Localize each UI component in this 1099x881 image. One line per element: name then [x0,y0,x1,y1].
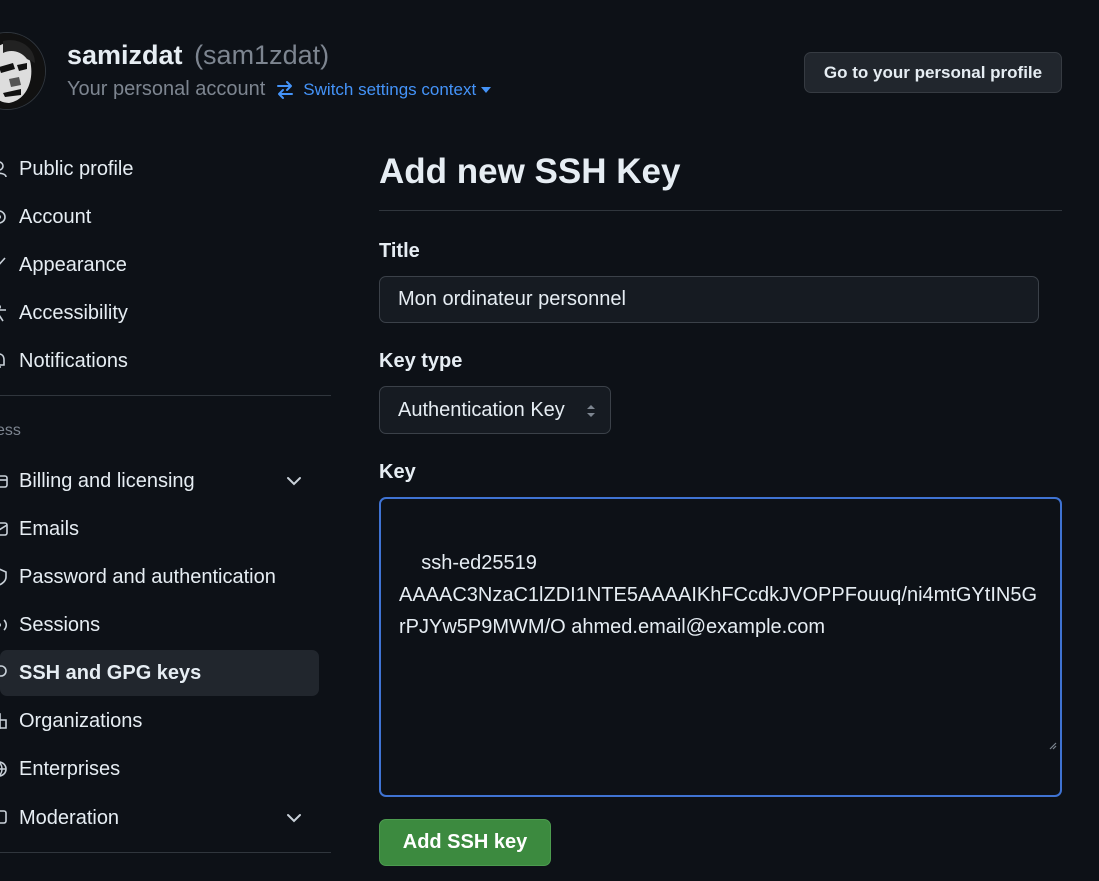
key-textarea-value: ssh-ed25519 AAAAC3NzaC1lZDI1NTE5AAAAIKhF… [399,552,1038,638]
sidebar-item-appearance[interactable]: Appearance [0,242,319,288]
paintbrush-icon [0,256,8,274]
resize-handle-icon[interactable] [1014,696,1057,792]
sidebar-item-label: Account [19,205,92,228]
sidebar-item-accessibility[interactable]: Accessibility [0,290,319,336]
sidebar-item-emails[interactable]: Emails [0,506,319,552]
sidebar-divider [0,395,331,396]
sidebar-item-notifications[interactable]: Notifications [0,338,319,384]
sidebar-item-label: Moderation [19,806,120,829]
title-input[interactable]: Mon ordinateur personnel [379,276,1039,323]
title-divider [379,210,1062,211]
accessibility-icon [0,304,8,322]
credit-card-icon [0,472,8,490]
key-type-selected-value: Authentication Key [398,398,565,421]
organization-icon [0,712,8,730]
sidebar-item-password-authentication[interactable]: Password and authentication [0,554,319,600]
sidebar-item-label: Password and authentication [19,565,276,588]
sidebar-item-sessions[interactable]: Sessions [0,602,319,648]
key-type-field-label: Key type [379,350,463,372]
sidebar-item-label: Sessions [19,613,101,636]
key-textarea[interactable]: ssh-ed25519 AAAAC3NzaC1lZDI1NTE5AAAAIKhF… [379,497,1062,797]
key-field-label: Key [379,461,416,483]
avatar-image [0,33,45,109]
sidebar-item-account[interactable]: Account [0,194,319,240]
sidebar-item-label: SSH and GPG keys [19,661,202,684]
switch-settings-context-link[interactable]: Switch settings context [303,79,492,100]
person-icon [0,160,8,178]
globe-icon [0,760,8,778]
chevron-down-icon[interactable] [286,474,302,492]
sidebar-item-label: Billing and licensing [19,469,195,492]
key-type-select[interactable]: Authentication Key [379,386,611,434]
sidebar-group-access-label: ccess [0,422,21,439]
add-ssh-key-button[interactable]: Add SSH key [379,819,551,866]
sidebar-item-label: Notifications [19,349,128,372]
sidebar-item-moderation[interactable]: Moderation [0,795,319,841]
go-to-profile-button[interactable]: Go to your personal profile [804,52,1062,93]
select-updown-icon [585,402,597,426]
gear-icon [0,208,8,226]
switch-settings-context-label: Switch settings context [303,79,477,99]
page-title: Add new SSH Key [379,152,681,191]
sidebar-item-label: Accessibility [19,301,128,324]
account-subtitle-row: Your personal account Switch settings co… [67,78,492,101]
account-subtitle: Your personal account [67,78,266,100]
account-name: samizdat (sam1zdat) [67,40,329,71]
avatar[interactable] [0,32,46,110]
report-icon [0,809,8,827]
login-handle: (sam1zdat) [194,40,330,70]
arrow-switch-icon [275,80,295,100]
sidebar-item-billing[interactable]: Billing and licensing [0,458,319,504]
sidebar-item-label: Emails [19,517,80,540]
shield-lock-icon [0,568,8,586]
sidebar-item-label: Organizations [19,709,143,732]
broadcast-icon [0,616,8,634]
key-icon [0,664,8,682]
caret-down-icon [481,86,492,93]
mail-icon [0,520,8,538]
sidebar-item-ssh-gpg-keys[interactable]: SSH and GPG keys [0,650,319,696]
sidebar-item-label: Public profile [19,157,134,180]
title-field-label: Title [379,240,420,262]
sidebar-item-enterprises[interactable]: Enterprises [0,746,319,792]
sidebar-item-organizations[interactable]: Organizations [0,698,319,744]
sidebar-divider [0,852,331,853]
display-name: samizdat [67,40,183,70]
sidebar-item-public-profile[interactable]: Public profile [0,146,319,192]
sidebar-item-label: Enterprises [19,757,121,780]
chevron-down-icon[interactable] [286,811,302,829]
bell-icon [0,352,8,370]
sidebar-item-label: Appearance [19,253,127,276]
